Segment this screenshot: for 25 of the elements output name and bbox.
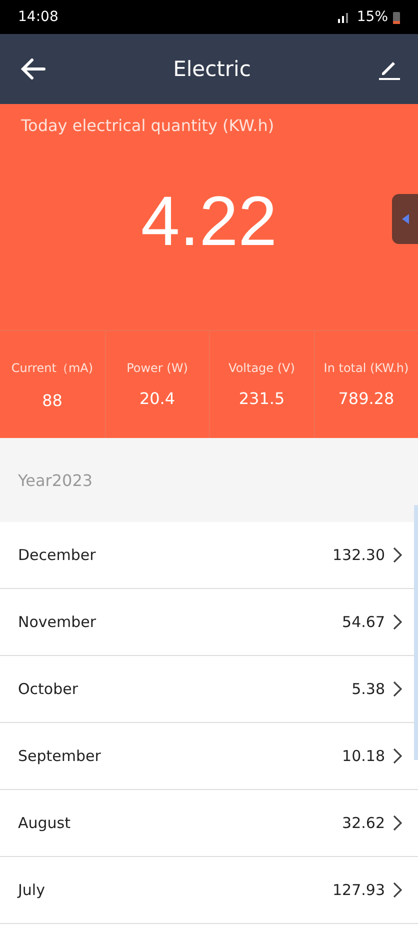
- chevron-icon: [393, 815, 402, 831]
- today-label: Today electrical quantity (KW.h): [21, 116, 276, 135]
- stat-value: 789.28: [338, 389, 394, 408]
- chevron-icon: [393, 681, 402, 697]
- battery-percent: 15%: [356, 9, 388, 25]
- chevron-icon: [393, 547, 402, 563]
- month-row[interactable]: July 127.93: [0, 857, 418, 924]
- stat-label: In total (KW.h): [324, 361, 409, 375]
- year-label: Year2023: [18, 470, 93, 490]
- stat-label: Voltage (V): [228, 361, 295, 375]
- stat-label: Current（mA): [11, 360, 94, 376]
- battery-icon: [393, 10, 400, 24]
- chevron-icon: [393, 882, 402, 898]
- chevron-icon: [393, 748, 402, 764]
- stat-value: 231.5: [238, 389, 285, 408]
- chevron-icon: [393, 614, 402, 630]
- stat-value: 88: [42, 390, 62, 410]
- stat-value: 20.4: [139, 389, 176, 408]
- today-value: 4.22: [140, 181, 278, 261]
- back-button[interactable]: [18, 56, 48, 82]
- side-drawer-handle[interactable]: [392, 194, 418, 244]
- month-row[interactable]: August 32.62: [0, 790, 418, 857]
- stat-label: Power (W): [126, 361, 188, 375]
- status-time: 14:08: [18, 9, 58, 25]
- page-title: Electric: [173, 57, 251, 81]
